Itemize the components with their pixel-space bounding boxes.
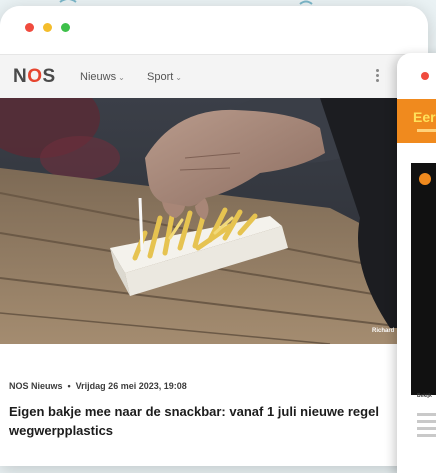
close-window-button[interactable] bbox=[25, 23, 34, 32]
article-source: NOS Nieuws bbox=[9, 381, 63, 391]
secondary-label: Bekijk bbox=[417, 393, 432, 399]
photo-credit: Richard bbox=[372, 328, 395, 334]
nav-item-label: Sport bbox=[147, 71, 174, 83]
nos-logo[interactable]: NOS bbox=[13, 66, 56, 88]
secondary-app-window: Eers Bekijk bbox=[397, 53, 436, 473]
logo-letter-n: N bbox=[13, 66, 28, 87]
kebab-menu-icon[interactable] bbox=[376, 69, 380, 85]
nav-item-label: Nieuws bbox=[80, 71, 117, 83]
nav-item-sport[interactable]: Sport ⌄ bbox=[147, 71, 182, 83]
secondary-title: Eers bbox=[413, 109, 436, 125]
live-badge-icon bbox=[419, 173, 431, 185]
logo-letter-o: O bbox=[27, 66, 43, 87]
nav-item-nieuws[interactable]: Nieuws ⌄ bbox=[80, 71, 125, 83]
secondary-header: Eers bbox=[397, 99, 436, 143]
minimize-window-button[interactable] bbox=[43, 23, 52, 32]
browser-window: NOS Nieuws ⌄ Sport ⌄ Richard NOS Nieuws … bbox=[0, 6, 428, 466]
article-preview[interactable]: NOS Nieuws • Vrijdag 26 mei 2023, 19:08 Ei… bbox=[0, 344, 428, 466]
site-navbar: NOS Nieuws ⌄ Sport ⌄ bbox=[0, 54, 428, 100]
close-window-button[interactable] bbox=[421, 72, 429, 80]
hero-image: Richard bbox=[0, 98, 428, 344]
article-meta: NOS Nieuws • Vrijdag 26 mei 2023, 19:08 bbox=[9, 381, 187, 391]
meta-separator: • bbox=[67, 381, 71, 391]
chevron-down-icon: ⌄ bbox=[175, 73, 182, 82]
chevron-down-icon: ⌄ bbox=[118, 73, 125, 82]
maximize-window-button[interactable] bbox=[61, 23, 70, 32]
article-date: Vrijdag 26 mei 2023, 19:08 bbox=[75, 381, 187, 391]
title-bar bbox=[0, 6, 428, 50]
secondary-text-lines bbox=[417, 413, 436, 441]
article-headline[interactable]: Eigen bakje mee naar de snackbar: vanaf … bbox=[9, 402, 409, 440]
secondary-video-thumbnail[interactable] bbox=[411, 163, 436, 395]
secondary-caption: Bekijk bbox=[397, 393, 436, 403]
secondary-subtitle-bar bbox=[417, 129, 436, 132]
logo-letter-s: S bbox=[42, 66, 56, 87]
